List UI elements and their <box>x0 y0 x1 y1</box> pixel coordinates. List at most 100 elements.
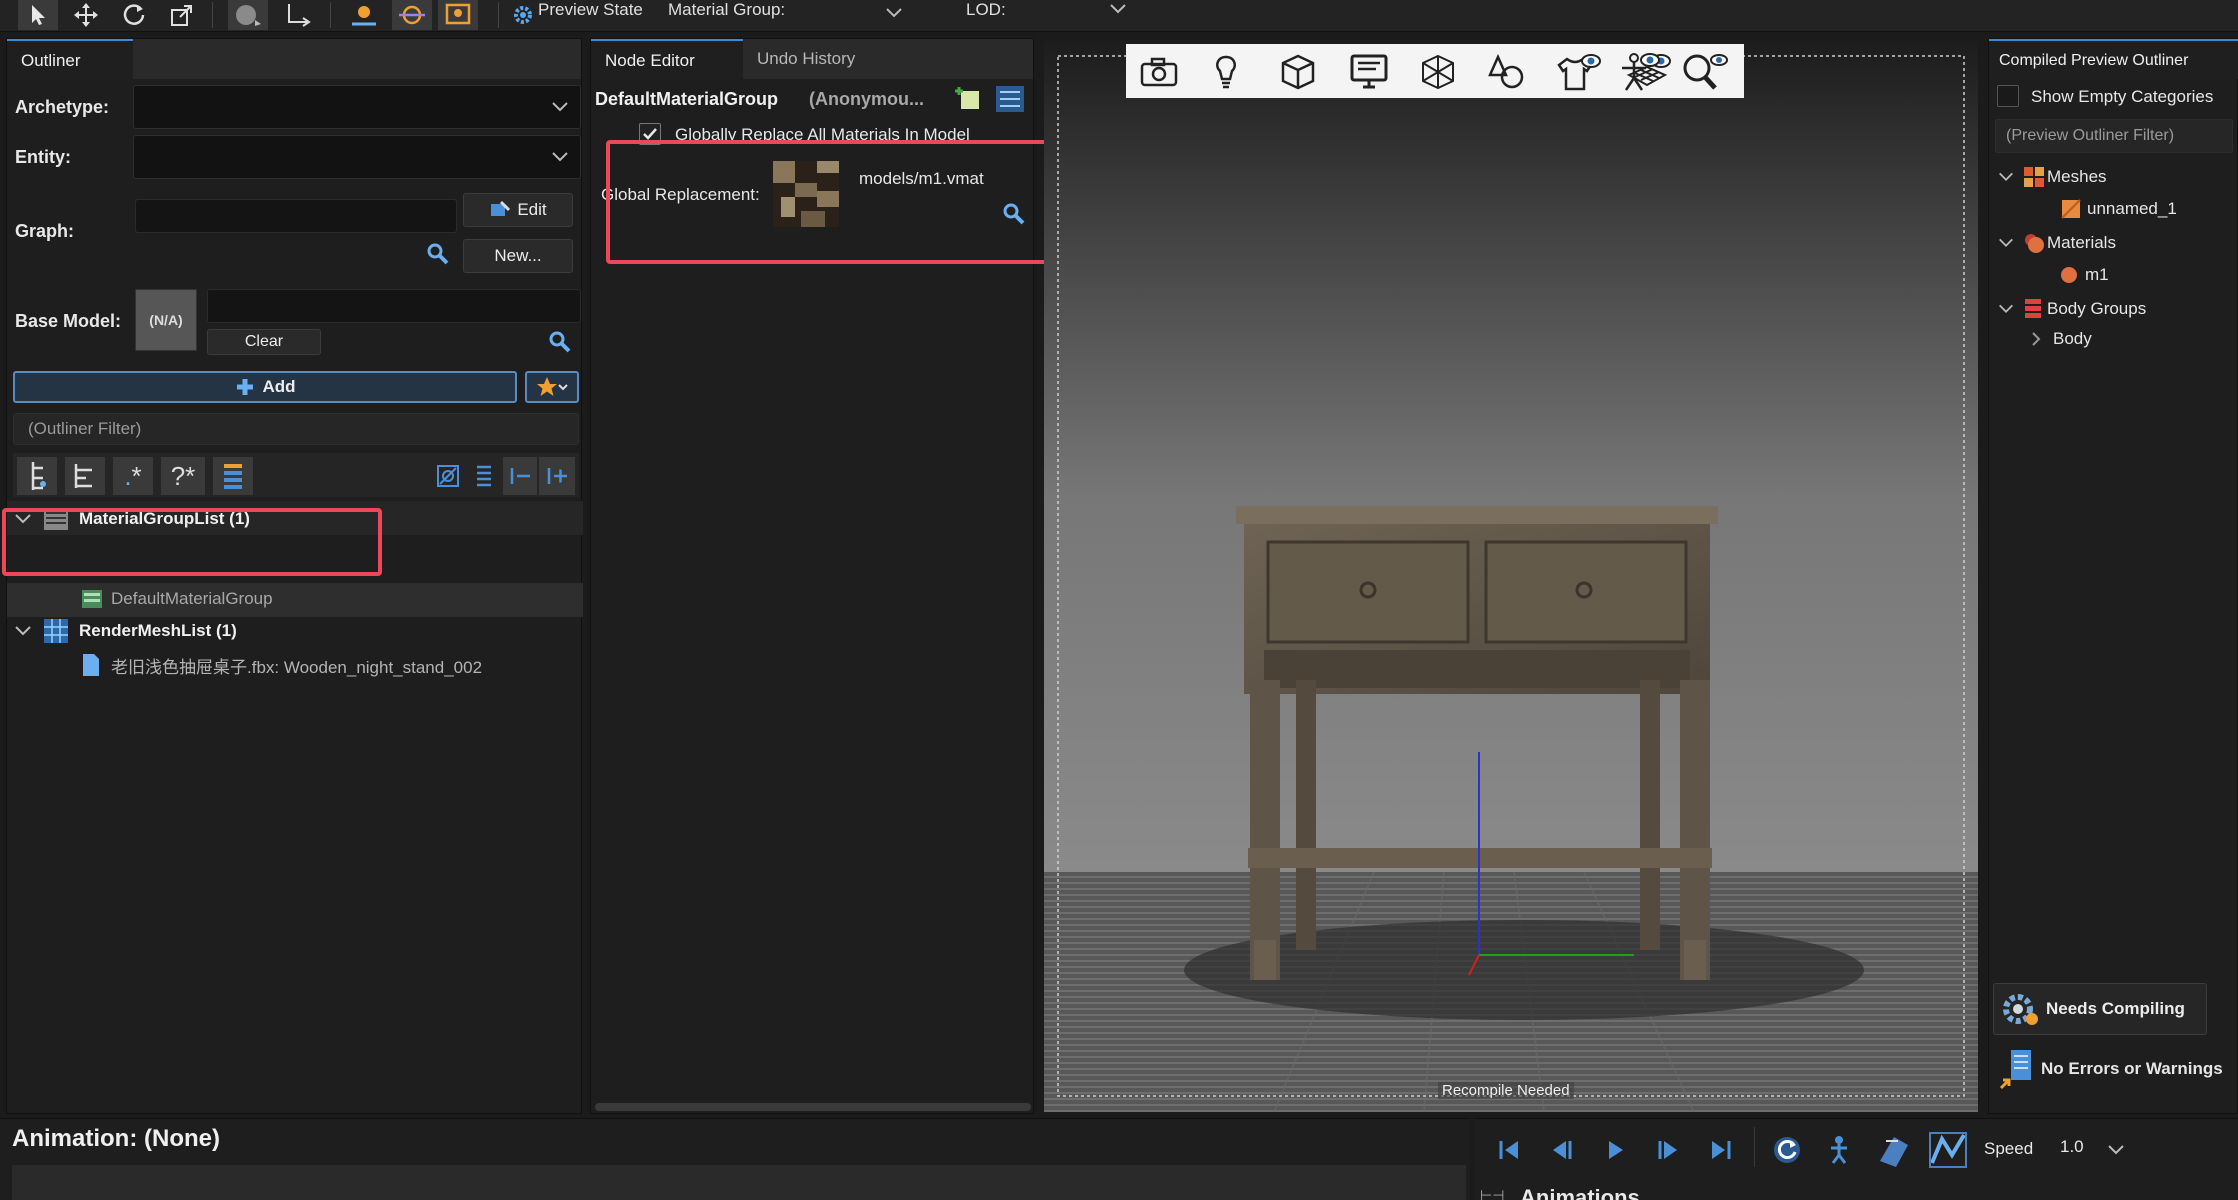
chevron-right-icon[interactable] <box>2029 330 2043 348</box>
expand-all-icon[interactable] <box>539 457 575 495</box>
tree-row-body[interactable]: Body <box>2029 325 2092 353</box>
tree-row-render-mesh[interactable]: 老旧浅色抽屉桌子.fbx: Wooden_night_stand_002 <box>81 651 577 679</box>
bone-display-icon[interactable] <box>1876 1131 1912 1169</box>
tree-row-default-material-group[interactable]: DefaultMaterialGroup <box>81 585 571 613</box>
lod-label: LOD: <box>966 0 1006 19</box>
rotate-tool-icon[interactable] <box>114 0 154 30</box>
chevron-down-icon[interactable] <box>1997 302 2015 316</box>
node-editor-scrollbar[interactable] <box>595 1103 1031 1111</box>
tab-compiled-preview-outliner[interactable]: Compiled Preview Outliner <box>1989 39 2238 79</box>
list-icon <box>44 508 68 530</box>
select-tool-icon[interactable] <box>18 0 58 30</box>
camera-icon[interactable] <box>1136 52 1182 92</box>
tree-view-icon[interactable] <box>65 457 105 495</box>
globally-replace-checkbox[interactable] <box>639 123 661 145</box>
shirt-eye-icon[interactable] <box>1552 50 1604 94</box>
tree-row-unnamed-1[interactable]: unnamed_1 <box>2061 195 2177 223</box>
favorites-button[interactable] <box>525 371 579 403</box>
material-thumbnail[interactable] <box>773 161 839 227</box>
tree-row-m1[interactable]: m1 <box>2059 261 2109 289</box>
graph-search-icon[interactable] <box>425 241 451 267</box>
wildcard-icon[interactable]: ?* <box>161 457 205 495</box>
tree-row-render-mesh-list[interactable]: RenderMeshList (1) <box>13 617 579 645</box>
chevron-down-icon[interactable] <box>13 624 33 638</box>
recompile-status: Recompile Needed <box>1438 1082 1574 1099</box>
tab-undo-history[interactable]: Undo History <box>743 39 893 79</box>
material-search-icon[interactable] <box>1001 201 1027 227</box>
material-group-chevron-down-icon[interactable] <box>884 6 904 20</box>
loop-icon[interactable] <box>1770 1133 1804 1167</box>
base-model-field[interactable] <box>207 289 581 323</box>
hierarchy-icon[interactable] <box>17 457 57 495</box>
tree-row-meshes[interactable]: Meshes <box>1997 163 2107 191</box>
chevron-down-icon[interactable] <box>13 512 33 526</box>
lighting-tool-icon[interactable] <box>344 0 384 30</box>
viewport-3d[interactable]: Recompile Needed <box>1044 40 1978 1112</box>
body-groups-icon <box>2025 299 2041 318</box>
scale-tool-icon[interactable] <box>162 0 202 30</box>
speed-value[interactable]: 1.0 <box>2060 1137 2084 1157</box>
preview-state-button[interactable]: Preview State <box>538 0 643 30</box>
add-node-icon[interactable] <box>955 85 983 113</box>
base-model-search-icon[interactable] <box>547 329 573 355</box>
cube-icon[interactable] <box>1276 50 1320 94</box>
regex-icon[interactable]: . * <box>113 457 153 495</box>
light-icon[interactable] <box>1206 50 1246 94</box>
animation-label: Animation: (None) <box>12 1125 220 1152</box>
export-tool-icon[interactable] <box>438 0 478 30</box>
edit-button[interactable]: Edit <box>463 193 573 227</box>
tab-outliner[interactable]: Outliner <box>7 39 133 79</box>
step-back-icon[interactable] <box>1548 1137 1576 1163</box>
clear-button[interactable]: Clear <box>207 329 321 355</box>
show-empty-checkbox[interactable] <box>1997 85 2019 107</box>
animations-handle-icon[interactable]: ⊢⊣ <box>1480 1187 1504 1200</box>
wireframe-icon[interactable] <box>1416 50 1460 94</box>
chevron-down-icon[interactable] <box>1997 236 2015 250</box>
tree-label: Materials <box>2047 233 2116 252</box>
add-button[interactable]: Add <box>13 371 517 403</box>
motion-blend-icon[interactable] <box>1928 1131 1968 1169</box>
tree-label: m1 <box>2085 265 2109 284</box>
root-motion-icon[interactable] <box>1826 1135 1852 1165</box>
no-errors-status: No Errors or Warnings <box>1993 1043 2238 1095</box>
material-path[interactable]: models/m1.vmat <box>859 169 984 189</box>
physics-tool-icon[interactable] <box>392 0 432 30</box>
outliner-filter-input[interactable]: (Outliner Filter) <box>13 413 579 445</box>
preview-outliner-filter-input[interactable]: (Preview Outliner Filter) <box>1995 119 2233 153</box>
animation-timeline[interactable] <box>12 1165 1466 1200</box>
collapse-all-icon[interactable] <box>503 457 537 495</box>
base-model-thumbnail[interactable]: (N/A) <box>135 289 197 351</box>
base-model-label: Base Model: <box>15 311 122 331</box>
axis-tool-icon[interactable] <box>278 0 318 30</box>
lod-chevron-down-icon[interactable] <box>1108 2 1128 16</box>
sphere-tool-icon[interactable] <box>228 0 268 30</box>
globally-replace-label: Globally Replace All Materials In Model <box>675 125 970 144</box>
chevron-down-icon[interactable] <box>1997 170 2015 184</box>
log-icon <box>1999 1050 2031 1090</box>
speed-chevron-down-icon[interactable] <box>2106 1143 2126 1157</box>
chevron-down-icon <box>552 152 568 162</box>
play-icon[interactable] <box>1604 1137 1628 1163</box>
entity-dropdown[interactable] <box>133 135 581 179</box>
tree-row-material-group-list[interactable]: MaterialGroupList (1) <box>13 505 579 533</box>
list-color-icon[interactable] <box>213 457 253 495</box>
needs-compiling-button[interactable]: Needs Compiling <box>1993 983 2207 1035</box>
node-editor-panel: Node Editor Undo History DefaultMaterial… <box>590 38 1034 1114</box>
skeleton-eye-icon[interactable] <box>1610 50 1664 94</box>
skip-end-icon[interactable] <box>1708 1137 1734 1163</box>
monitor-icon[interactable] <box>1346 50 1392 94</box>
new-graph-button[interactable]: New... <box>463 239 573 273</box>
node-list-icon[interactable] <box>995 85 1025 113</box>
magnifier-icon[interactable] <box>1674 50 1734 94</box>
step-forward-icon[interactable] <box>1654 1137 1682 1163</box>
shapes-icon[interactable] <box>1484 50 1528 94</box>
tab-node-editor[interactable]: Node Editor <box>591 39 743 79</box>
skip-start-icon[interactable] <box>1496 1137 1522 1163</box>
graph-field[interactable] <box>135 199 457 233</box>
tree-row-materials[interactable]: Materials <box>1997 229 2116 257</box>
archetype-dropdown[interactable] <box>133 85 581 129</box>
hide-icon[interactable] <box>431 457 465 495</box>
align-icon[interactable] <box>467 457 501 495</box>
move-tool-icon[interactable] <box>66 0 106 30</box>
tree-row-body-groups[interactable]: Body Groups <box>1997 295 2146 323</box>
